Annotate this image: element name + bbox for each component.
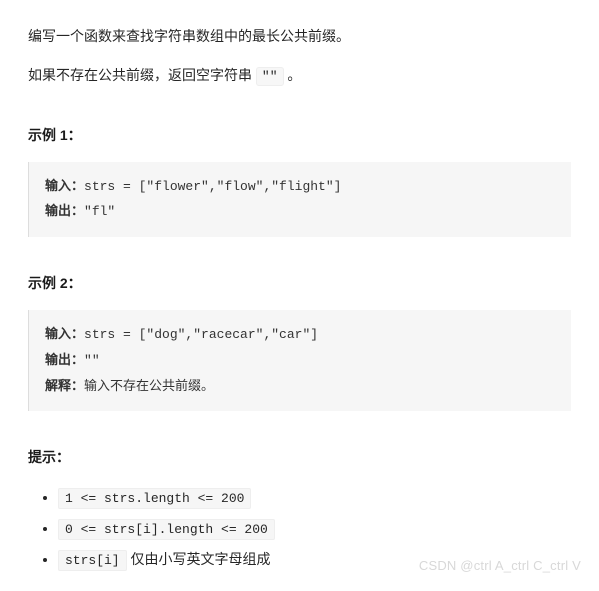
explain-label: 解释：	[45, 378, 84, 393]
input-code: strs = ["dog","racecar","car"]	[84, 327, 318, 342]
watermark-text: CSDN @ctrl A_ctrl C_ctrl V	[419, 554, 581, 577]
input-label: 输入：	[45, 178, 84, 193]
example-1-block: 输入：strs = ["flower","flow","flight"] 输出：…	[28, 162, 571, 237]
example-2-input: 输入：strs = ["dog","racecar","car"]	[45, 322, 555, 348]
hint-item: 1 <= strs.length <= 200	[58, 485, 571, 510]
example-2-block: 输入：strs = ["dog","racecar","car"] 输出："" …	[28, 310, 571, 411]
empty-string-code: ""	[256, 67, 284, 86]
explain-text: 输入不存在公共前缀。	[84, 379, 214, 394]
example-2-title: 示例 2：	[28, 271, 571, 296]
hint-code: strs[i]	[58, 550, 127, 571]
input-label: 输入：	[45, 326, 84, 341]
output-code: ""	[84, 353, 100, 368]
example-1-input: 输入：strs = ["flower","flow","flight"]	[45, 174, 555, 200]
example-2-output: 输出：""	[45, 348, 555, 374]
hint-code: 1 <= strs.length <= 200	[58, 488, 251, 509]
desc-suffix: 。	[284, 67, 302, 83]
output-label: 输出：	[45, 203, 84, 218]
example-2-explain: 解释：输入不存在公共前缀。	[45, 374, 555, 400]
problem-description-1: 编写一个函数来查找字符串数组中的最长公共前缀。	[28, 24, 571, 49]
hints-title: 提示：	[28, 445, 571, 470]
problem-description-2: 如果不存在公共前缀，返回空字符串 "" 。	[28, 63, 571, 88]
hint-item: 0 <= strs[i].length <= 200	[58, 516, 571, 541]
example-1-output: 输出："fl"	[45, 199, 555, 225]
desc-prefix: 如果不存在公共前缀，返回空字符串	[28, 67, 256, 83]
output-label: 输出：	[45, 352, 84, 367]
hint-text: 仅由小写英文字母组成	[127, 551, 271, 567]
hint-code: 0 <= strs[i].length <= 200	[58, 519, 275, 540]
example-1-title: 示例 1：	[28, 123, 571, 148]
output-code: "fl"	[84, 204, 115, 219]
input-code: strs = ["flower","flow","flight"]	[84, 179, 341, 194]
